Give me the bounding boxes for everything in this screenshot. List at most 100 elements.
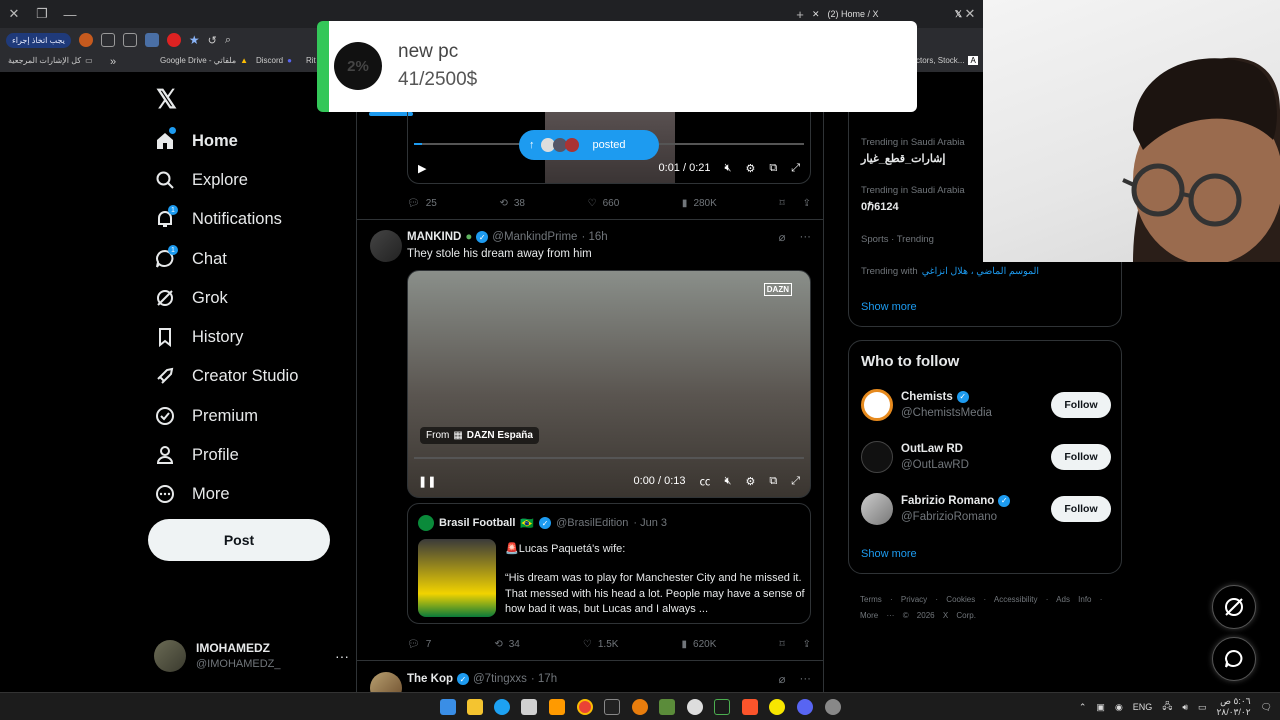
discord-icon[interactable] [797,699,813,715]
video-progress-bar[interactable] [414,457,804,459]
fullscreen-icon[interactable]: ⤢ [791,162,800,175]
footer-terms[interactable]: Terms [860,595,882,604]
clock[interactable]: ٥:٠٦ ص ٢٨/٠٣/٠٢ [1217,696,1251,718]
follow-suggestion[interactable]: Fabrizio Romano ✓ @FabrizioRomano Follow [861,489,1111,529]
nav-premium[interactable]: Premium [154,398,258,434]
nav-history[interactable]: History [154,319,243,355]
bookmark-all[interactable]: كل الإشارات المرجعية ▭ [8,56,93,65]
follow-show-more[interactable]: Show more [861,548,917,560]
grok-floating-button[interactable] [1212,585,1256,629]
tray-app-icon[interactable]: ▣ [1096,702,1105,713]
post-button[interactable]: Post [148,519,330,561]
illustrator-icon[interactable] [549,699,565,715]
new-posts-pill[interactable]: ↑ posted [519,130,659,160]
tweet-age[interactable]: · 17h [531,673,557,685]
bookmark-rit[interactable]: Rit [306,56,316,65]
nav-grok[interactable]: Grok [154,280,228,316]
nav-more[interactable]: More [154,476,230,512]
mute-icon[interactable]: 🔇︎ [725,475,732,488]
trend-item[interactable]: Trending in Saudi Arabia 0ℏ6124 [861,185,965,213]
trend-item[interactable]: Trending in Saudi Arabia إشارات_قطع_غيار [861,137,965,165]
account-switcher[interactable]: IMOHAMEDZ @IMOHAMEDZ_ ··· [154,636,349,676]
more-options-icon[interactable]: ··· [335,648,349,664]
nav-chat[interactable]: 1 Chat [154,241,227,277]
extension-icon[interactable] [122,33,137,47]
nav-notifications[interactable]: 1 Notifications [154,201,282,237]
author-handle[interactable]: @MankindPrime [492,231,577,243]
extension-icon[interactable] [166,33,181,47]
settings-app-icon[interactable] [521,699,537,715]
grok-icon[interactable]: ⌀ [779,672,786,686]
brave-icon[interactable] [742,699,758,715]
fullscreen-icon[interactable]: ⤢ [791,475,800,488]
star-icon[interactable]: ★ [189,33,200,47]
video-player[interactable]: DAZN From ▦ DAZN España ❚❚ 0:00 / 0:13 ㏄ 🔇… [407,270,811,498]
bookmark-overflow[interactable]: » [110,56,116,68]
tab-close-icon[interactable]: ✕ [812,9,820,20]
mute-icon[interactable]: 🔇︎ [725,162,732,175]
bookmark-discord[interactable]: Discord ● [256,56,292,65]
chrome-icon[interactable] [577,699,593,715]
trends-show-more[interactable]: Show more [861,301,917,313]
author-name[interactable]: The Kop [407,673,453,685]
bookmark-tweet-icon[interactable]: ⌑ [779,198,784,209]
tweet-age[interactable]: · 16h [581,231,607,243]
restore-window-icon[interactable]: ❐ [28,0,56,28]
tray-lang[interactable]: ENG [1133,702,1153,712]
footer-cookies[interactable]: Cookies [946,595,975,604]
trend-item[interactable]: Sports · Trending [861,234,934,249]
bookmark-tweet-icon[interactable]: ⌑ [779,639,784,650]
like-button[interactable]: ♡ 660 [588,198,620,209]
follow-suggestion[interactable]: Chemists ✓ @ChemistsMedia Follow [861,385,1111,425]
bookmark-google-drive[interactable]: Google Drive - ملفاتي ▲ [160,56,248,65]
extension-icon[interactable] [144,33,159,47]
minecraft-icon[interactable] [659,699,675,715]
capcut-icon[interactable] [604,699,620,715]
start-icon[interactable] [440,699,456,715]
tray-app-icon[interactable]: ◉ [1115,702,1123,713]
follow-button[interactable]: Follow [1051,392,1111,418]
nav-profile[interactable]: Profile [154,437,239,473]
avatar[interactable] [370,230,402,262]
retweet-button[interactable]: ⟲ 38 [499,198,525,209]
pip-icon[interactable]: ⧉ [769,162,777,175]
pause-icon[interactable]: ❚❚ [418,475,436,488]
nav-explore[interactable]: Explore [154,162,248,198]
author-name[interactable]: MANKIND [407,231,461,243]
share-icon[interactable]: ⇪ [803,639,811,650]
battery-icon[interactable]: ▭ [1198,702,1207,713]
footer-ads-info[interactable]: Ads Info [1056,595,1091,604]
messages-floating-button[interactable] [1212,637,1256,681]
follow-button[interactable]: Follow [1051,444,1111,470]
settings-icon[interactable]: ⚙ [745,475,755,488]
footer-more[interactable]: More ··· [860,611,894,620]
volume-icon[interactable]: 🔊︎ [1182,702,1188,713]
reply-button[interactable]: 💬︎ 7 [407,639,431,650]
share-icon[interactable]: ⇪ [803,198,811,209]
views-button[interactable]: ▮ 620K [682,639,717,650]
video-source-badge[interactable]: From ▦ DAZN España [420,427,539,444]
trend-item[interactable]: Trending with الموسم الماضي ، هلال انزاغي [861,266,1039,277]
steam-icon[interactable] [825,699,841,715]
like-button[interactable]: ♡ 1.5K [583,639,619,650]
zoom-icon[interactable]: ⌕ [225,34,231,47]
app-icon[interactable] [769,699,785,715]
action-required-button[interactable]: يجب اتخاذ إجراء [6,32,71,48]
more-options-icon[interactable]: ··· [800,673,812,685]
author-handle[interactable]: @7tingxxs [473,673,527,685]
follow-button[interactable]: Follow [1051,496,1111,522]
bookmark-stock[interactable]: ctors, Stock... A [916,56,978,65]
more-options-icon[interactable]: ··· [800,231,812,243]
views-button[interactable]: ▮ 280K [682,198,717,209]
play-icon[interactable]: ▶ [418,162,426,175]
close-tab-icon[interactable]: ✕ [956,0,984,28]
retweet-button[interactable]: ⟲ 34 [494,639,520,650]
nav-home[interactable]: Home [154,123,238,159]
quoted-tweet[interactable]: Brasil Football 🇧🇷 ✓ @BrasilEdition · Ju… [407,503,811,624]
app-icon[interactable] [714,699,730,715]
notifications-tray-icon[interactable]: 🗨︎ [1261,702,1272,713]
x-logo-icon[interactable]: 𝕏 [156,84,177,115]
network-icon[interactable]: 🖧︎ [1162,699,1172,715]
close-window-icon[interactable]: ✕ [0,0,28,28]
obs-icon[interactable] [687,699,703,715]
